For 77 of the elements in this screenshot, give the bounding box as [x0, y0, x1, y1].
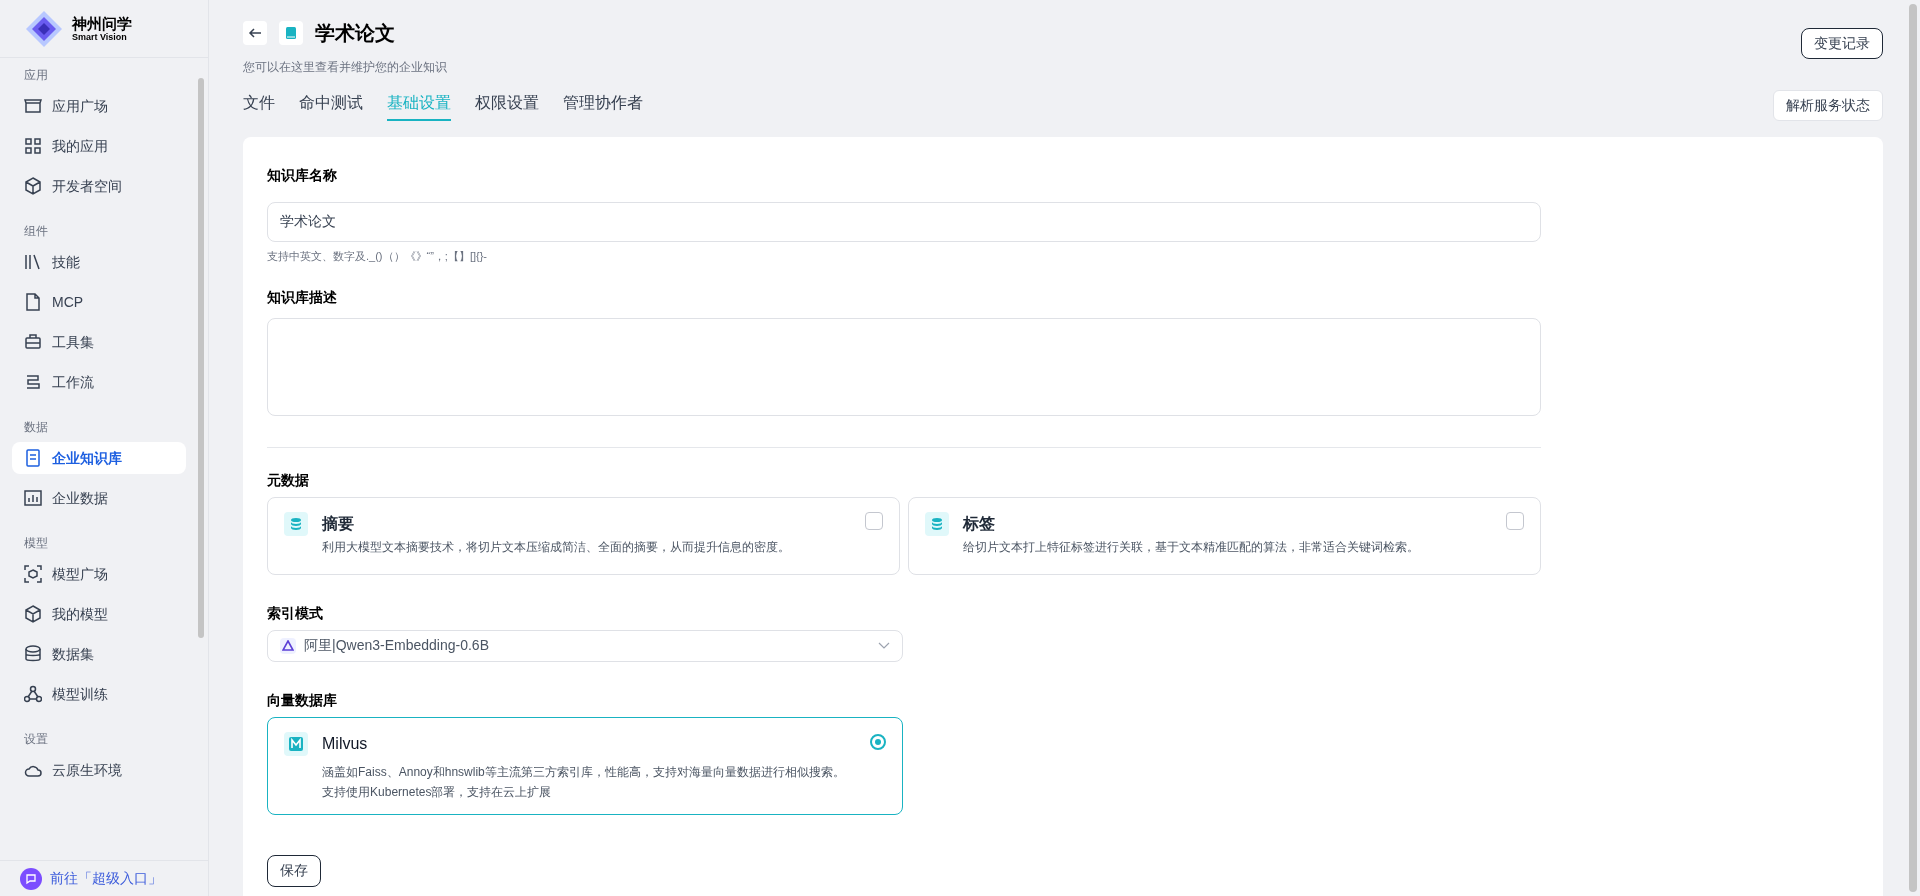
name-hint: 支持中英文、数字及._()（）《》“”，;【】[]{}-: [267, 249, 489, 264]
option-description: 利用大模型文本摘要技术，将切片文本压缩成简洁、全面的摘要，从而提升信息的密度。: [322, 538, 792, 556]
description-input[interactable]: [267, 317, 1542, 416]
model-logo-icon: [280, 637, 297, 654]
cube-icon: [24, 177, 42, 195]
vector-db-option-card[interactable]: Milvus 涵盖如Faiss、Annoy和hnswlib等主流第三方索引库，性能高，支持对海量向量数据进行相似搜索。支持使用Kubernetes部署，支持在云上扩展: [267, 716, 904, 815]
sidebar-item[interactable]: 企业数据: [12, 482, 187, 514]
sidebar-section-title: 设置: [23, 731, 49, 748]
nodes-icon: [24, 685, 42, 703]
arrow-left-icon: [248, 26, 263, 40]
page-scrollbar[interactable]: [1909, 4, 1917, 892]
sidebar-item[interactable]: 云原生环境: [12, 754, 187, 786]
option-title: 标签: [963, 513, 997, 534]
change-history-button[interactable]: 变更记录: [1801, 28, 1884, 59]
sidebar-item[interactable]: 企业知识库: [12, 442, 187, 474]
sidebar-item[interactable]: 技能: [12, 246, 187, 278]
tab[interactable]: 文件: [243, 90, 276, 121]
brand-subtitle: Smart Vision: [72, 32, 127, 42]
checkbox[interactable]: [865, 511, 884, 530]
cube-icon: [24, 605, 42, 623]
save-button[interactable]: 保存: [267, 854, 322, 887]
option-description: 涵盖如Faiss、Annoy和hnswlib等主流第三方索引库，性能高，支持对海量向量数据进行相似搜索。支持使用Kubernetes部署，支持在云上扩展: [322, 763, 846, 801]
field-label: 知识库名称: [267, 166, 339, 185]
sidebar-item[interactable]: 开发者空间: [12, 170, 187, 202]
store-icon: [24, 97, 42, 115]
chat-icon: [20, 867, 42, 890]
sidebar-item[interactable]: 应用广场: [12, 90, 187, 122]
database-icon: [24, 645, 42, 663]
sidebar-section-title: 组件: [23, 223, 49, 240]
page-title: 学术论文: [315, 21, 396, 46]
metadata-option-card[interactable]: 标签 给切片文本打上特征标签进行关联，基于文本精准匹配的算法，非常适合关键词检索。: [908, 496, 1542, 575]
field-label: 索引模式: [267, 603, 325, 623]
books-icon: [24, 253, 42, 271]
sidebar-section-title: 模型: [23, 535, 49, 552]
tab[interactable]: 命中测试: [299, 90, 364, 121]
name-input[interactable]: 学术论文: [267, 202, 1542, 242]
database-icon: [925, 511, 950, 536]
sidebar-section-title: 应用: [23, 67, 49, 84]
field-label: 向量数据库: [267, 690, 339, 710]
chevron-down-icon: [878, 641, 891, 650]
radio-button[interactable]: [870, 733, 887, 750]
brand-name: 神州问学: [72, 15, 132, 31]
field-label: 元数据: [267, 470, 311, 490]
milvus-logo-icon: [284, 731, 309, 756]
bar-chart-icon: [24, 489, 42, 507]
index-model-select[interactable]: 阿里|Qwen3-Embedding-0.6B: [267, 629, 904, 662]
grid-icon: [24, 137, 42, 155]
sidebar-item[interactable]: 数据集: [12, 638, 187, 670]
sidebar-item[interactable]: 工作流: [12, 366, 187, 398]
book-icon: [279, 21, 304, 45]
sidebar-item[interactable]: 我的模型: [12, 598, 187, 630]
sidebar-item[interactable]: 工具集: [12, 326, 187, 358]
parse-status-button[interactable]: 解析服务状态: [1773, 90, 1884, 121]
sidebar-section-title: 数据: [23, 419, 49, 436]
sidebar-item[interactable]: 模型广场: [12, 558, 187, 590]
mcp-file-icon: [24, 293, 42, 311]
metadata-option-card[interactable]: 摘要 利用大模型文本摘要技术，将切片文本压缩成简洁、全面的摘要，从而提升信息的密度。: [267, 496, 901, 575]
checkbox[interactable]: [1506, 511, 1525, 530]
document-icon: [24, 449, 42, 467]
page-subtitle: 您可以在这里查看并维护您的企业知识: [243, 59, 448, 76]
sidebar-item[interactable]: 我的应用: [12, 130, 187, 162]
database-icon: [284, 511, 309, 536]
scrollbar[interactable]: [198, 78, 205, 638]
tab[interactable]: 权限设置: [475, 90, 540, 121]
field-label: 知识库描述: [267, 287, 339, 307]
tab[interactable]: 管理协作者: [563, 90, 644, 121]
option-title: 摘要: [322, 513, 356, 534]
scan-cube-icon: [24, 565, 42, 583]
option-description: 给切片文本打上特征标签进行关联，基于文本精准匹配的算法，非常适合关键词检索。: [963, 538, 1421, 556]
back-button[interactable]: [243, 21, 268, 45]
super-entry-link[interactable]: 前往「超级入口」: [0, 860, 209, 896]
option-title: Milvus: [322, 733, 369, 754]
logo-icon: [24, 8, 64, 49]
sidebar-item[interactable]: 模型训练: [12, 678, 187, 710]
sidebar-item[interactable]: MCP: [12, 286, 187, 318]
toolbox-icon: [24, 333, 42, 351]
workflow-icon: [24, 373, 42, 391]
